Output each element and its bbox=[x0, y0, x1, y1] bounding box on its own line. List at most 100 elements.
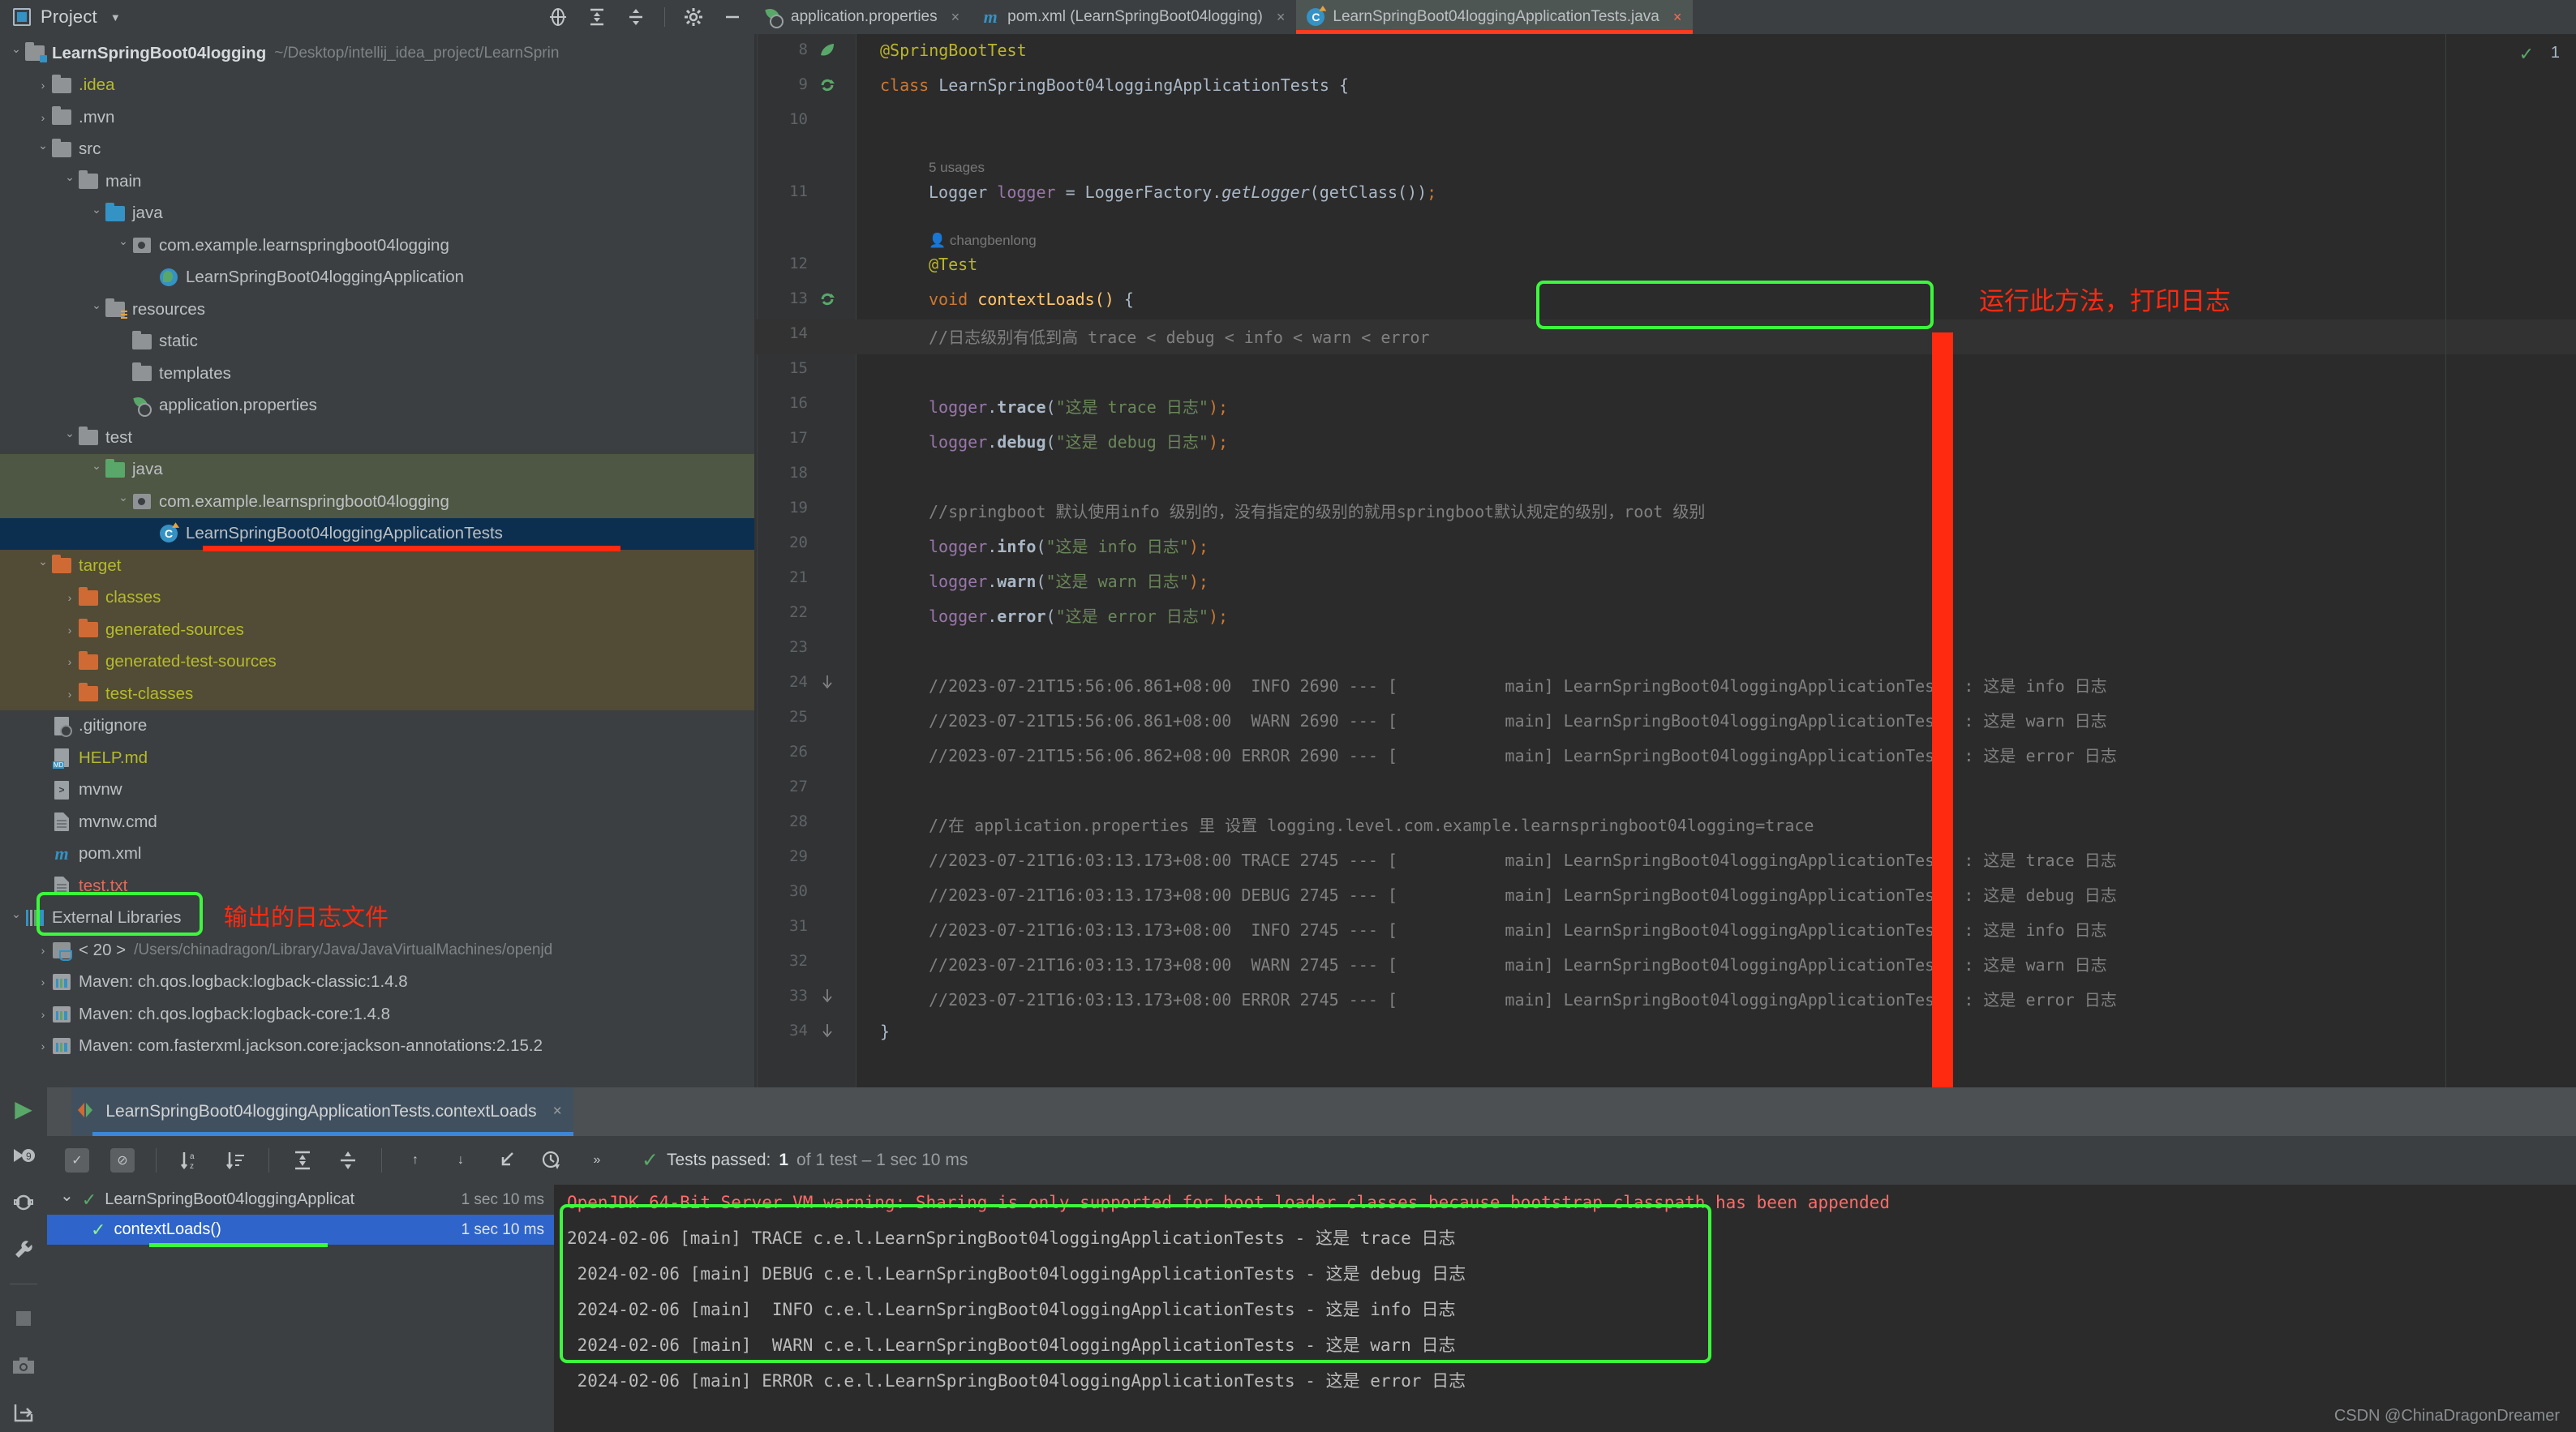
chevron-down-icon[interactable]: ⌄ bbox=[60, 1185, 74, 1206]
code-line[interactable]: class LearnSpringBoot04loggingApplicatio… bbox=[880, 75, 1349, 95]
editor-tab-pom-xml[interactable]: m pom.xml (LearnSpringBoot04logging) × bbox=[971, 0, 1296, 34]
tree-row[interactable]: test.txt bbox=[0, 870, 754, 903]
export-icon[interactable] bbox=[11, 1400, 36, 1426]
code-line[interactable]: logger.debug("这是 debug 日志"); bbox=[929, 429, 1228, 452]
code-line[interactable]: //springboot 默认使用info 级别的，没有指定的级别的就用spri… bbox=[929, 499, 1705, 522]
code-line[interactable]: void contextLoads() { bbox=[929, 289, 1134, 309]
tree-row[interactable]: > mvnw bbox=[0, 774, 754, 807]
run-console[interactable]: OpenJDK 64-Bit Server VM warning: Sharin… bbox=[554, 1185, 2576, 1432]
author-hint[interactable]: 👤 changbenlong bbox=[929, 233, 1037, 249]
code-line[interactable]: logger.error("这是 error 日志"); bbox=[929, 603, 1228, 627]
sort-by-duration-icon[interactable] bbox=[223, 1148, 247, 1173]
spring-bean-icon[interactable] bbox=[818, 75, 837, 95]
tree-row[interactable]: Maven: ch.qos.logback:logback-classic:1.… bbox=[0, 967, 754, 999]
tree-row[interactable]: test-classes bbox=[0, 678, 754, 710]
settings-wrench-icon[interactable] bbox=[11, 1237, 36, 1263]
test-results-tree[interactable]: ⌄ ✓ LearnSpringBoot04loggingApplicat 1 sec … bbox=[47, 1185, 554, 1432]
tree-row[interactable]: m pom.xml bbox=[0, 838, 754, 871]
tree-row[interactable]: mvnw.cmd bbox=[0, 806, 754, 838]
chevron-down-icon[interactable]: ▼ bbox=[110, 11, 121, 24]
code-line[interactable]: //2023-07-21T15:56:06.861+08:00 WARN 269… bbox=[929, 708, 2107, 731]
chevron-down-icon[interactable] bbox=[62, 174, 78, 188]
tree-row[interactable]: target bbox=[0, 550, 754, 582]
tree-row[interactable]: static bbox=[0, 326, 754, 358]
test-tree-row[interactable]: ⌄ ✓ LearnSpringBoot04loggingApplicat 1 sec … bbox=[47, 1185, 554, 1215]
spring-leaf-icon[interactable] bbox=[818, 41, 837, 60]
tree-row[interactable]: templates bbox=[0, 358, 754, 390]
chevron-right-icon[interactable] bbox=[35, 944, 51, 957]
chevron-right-icon[interactable] bbox=[62, 591, 78, 604]
tree-row[interactable]: .idea bbox=[0, 70, 754, 102]
chevron-right-icon[interactable] bbox=[35, 975, 51, 988]
code-line[interactable]: //日志级别有低到高 trace < debug < info < warn <… bbox=[929, 324, 1430, 348]
code-content[interactable]: @SpringBootTest class LearnSpringBoot04lo… bbox=[856, 34, 2576, 1087]
tree-row[interactable]: Maven: ch.qos.logback:logback-core:1.4.8 bbox=[0, 998, 754, 1031]
fold-icon[interactable] bbox=[818, 987, 837, 1006]
editor-tab-tests-java[interactable]: C LearnSpringBoot04loggingApplicationTes… bbox=[1296, 0, 1694, 34]
fold-icon[interactable] bbox=[818, 673, 837, 692]
tree-row[interactable]: .gitignore bbox=[0, 710, 754, 743]
chevron-right-icon[interactable] bbox=[62, 655, 78, 668]
close-icon[interactable]: × bbox=[553, 1103, 562, 1121]
chevron-down-icon[interactable] bbox=[35, 143, 51, 156]
close-icon[interactable]: × bbox=[1277, 9, 1286, 26]
collapse-all-icon[interactable] bbox=[336, 1148, 360, 1173]
code-line[interactable]: @SpringBootTest bbox=[880, 41, 1027, 60]
code-line[interactable]: logger.info("这是 info 日志"); bbox=[929, 534, 1209, 557]
hide-ignored-icon[interactable]: ⊘ bbox=[110, 1148, 135, 1173]
tree-row[interactable]: .mvn bbox=[0, 101, 754, 134]
stop-icon[interactable] bbox=[11, 1306, 36, 1331]
scroll-to-source-icon[interactable] bbox=[494, 1148, 518, 1173]
close-icon[interactable]: × bbox=[951, 9, 960, 26]
chevron-down-icon[interactable] bbox=[8, 46, 24, 60]
run-test-icon[interactable] bbox=[818, 289, 837, 309]
chevron-down-icon[interactable] bbox=[88, 463, 105, 477]
close-icon[interactable]: × bbox=[1673, 9, 1682, 26]
tree-row[interactable]: test bbox=[0, 422, 754, 454]
more-icon[interactable]: » bbox=[585, 1148, 609, 1173]
tree-row[interactable]: Maven: com.fasterxml.jackson.core:jackso… bbox=[0, 1031, 754, 1063]
chevron-down-icon[interactable] bbox=[88, 302, 105, 316]
tree-row[interactable]: src bbox=[0, 134, 754, 166]
rerun-failed-icon[interactable]: 9 bbox=[11, 1143, 36, 1168]
code-line[interactable]: logger.warn("这是 warn 日志"); bbox=[929, 568, 1209, 592]
tree-row[interactable]: java bbox=[0, 453, 754, 486]
tree-row[interactable]: HELP.md bbox=[0, 742, 754, 774]
screenshot-icon[interactable] bbox=[11, 1353, 36, 1378]
chevron-down-icon[interactable] bbox=[115, 495, 131, 508]
test-tree-row[interactable]: ✓ contextLoads() 1 sec 10 ms bbox=[47, 1215, 554, 1245]
tree-row[interactable]: com.example.learnspringboot04logging bbox=[0, 229, 754, 262]
tree-row[interactable]: LearnSpringBoot04loggingApplication bbox=[0, 262, 754, 294]
code-line[interactable]: logger.trace("这是 trace 日志"); bbox=[929, 394, 1228, 418]
tree-row[interactable]: main bbox=[0, 165, 754, 198]
rerun-icon[interactable]: ▶ bbox=[11, 1095, 36, 1121]
next-failed-icon[interactable]: ↓ bbox=[449, 1148, 473, 1173]
code-line[interactable]: @Test bbox=[929, 255, 977, 274]
settings-gear-icon[interactable] bbox=[683, 6, 704, 28]
minimize-icon[interactable] bbox=[722, 6, 743, 28]
tree-row[interactable]: generated-test-sources bbox=[0, 645, 754, 678]
run-configuration-tab[interactable]: LearnSpringBoot04loggingApplicationTests… bbox=[71, 1087, 574, 1136]
show-passed-icon[interactable]: ✓ bbox=[65, 1148, 89, 1173]
chevron-down-icon[interactable] bbox=[35, 559, 51, 572]
chevron-right-icon[interactable] bbox=[62, 688, 78, 701]
code-editor[interactable]: 8 9 10 11 12 13 14 15 16 17 18 19 20 21 22 23 24 25 26 27 28… bbox=[754, 34, 2576, 1087]
tree-row[interactable]: classes bbox=[0, 581, 754, 614]
locate-icon[interactable] bbox=[547, 6, 569, 28]
code-line[interactable]: Logger logger = LoggerFactory.getLogger(… bbox=[929, 182, 1436, 202]
tree-row[interactable]: com.example.learnspringboot04logging bbox=[0, 486, 754, 518]
collapse-all-icon[interactable] bbox=[625, 6, 646, 28]
inspection-checkmark-icon[interactable]: ✓ bbox=[2519, 44, 2534, 65]
chevron-down-icon[interactable] bbox=[8, 911, 24, 925]
fold-icon[interactable] bbox=[818, 1022, 837, 1041]
tree-row[interactable]: < 20 > /Users/chinadragon/Library/Java/Ja… bbox=[0, 934, 754, 967]
sort-alphabetically-icon[interactable]: az bbox=[178, 1148, 202, 1173]
tree-row[interactable]: LearnSpringBoot04logging ~/Desktop/intell… bbox=[0, 37, 754, 70]
expand-all-icon[interactable] bbox=[290, 1148, 315, 1173]
chevron-right-icon[interactable] bbox=[35, 79, 51, 92]
tree-row[interactable]: resources bbox=[0, 294, 754, 326]
usages-hint[interactable]: 5 usages bbox=[929, 160, 985, 176]
expand-all-icon[interactable] bbox=[586, 6, 608, 28]
code-line[interactable]: //2023-07-21T16:03:13.173+08:00 INFO 274… bbox=[929, 917, 2107, 941]
code-line[interactable]: //2023-07-21T15:56:06.861+08:00 INFO 269… bbox=[929, 673, 2107, 697]
